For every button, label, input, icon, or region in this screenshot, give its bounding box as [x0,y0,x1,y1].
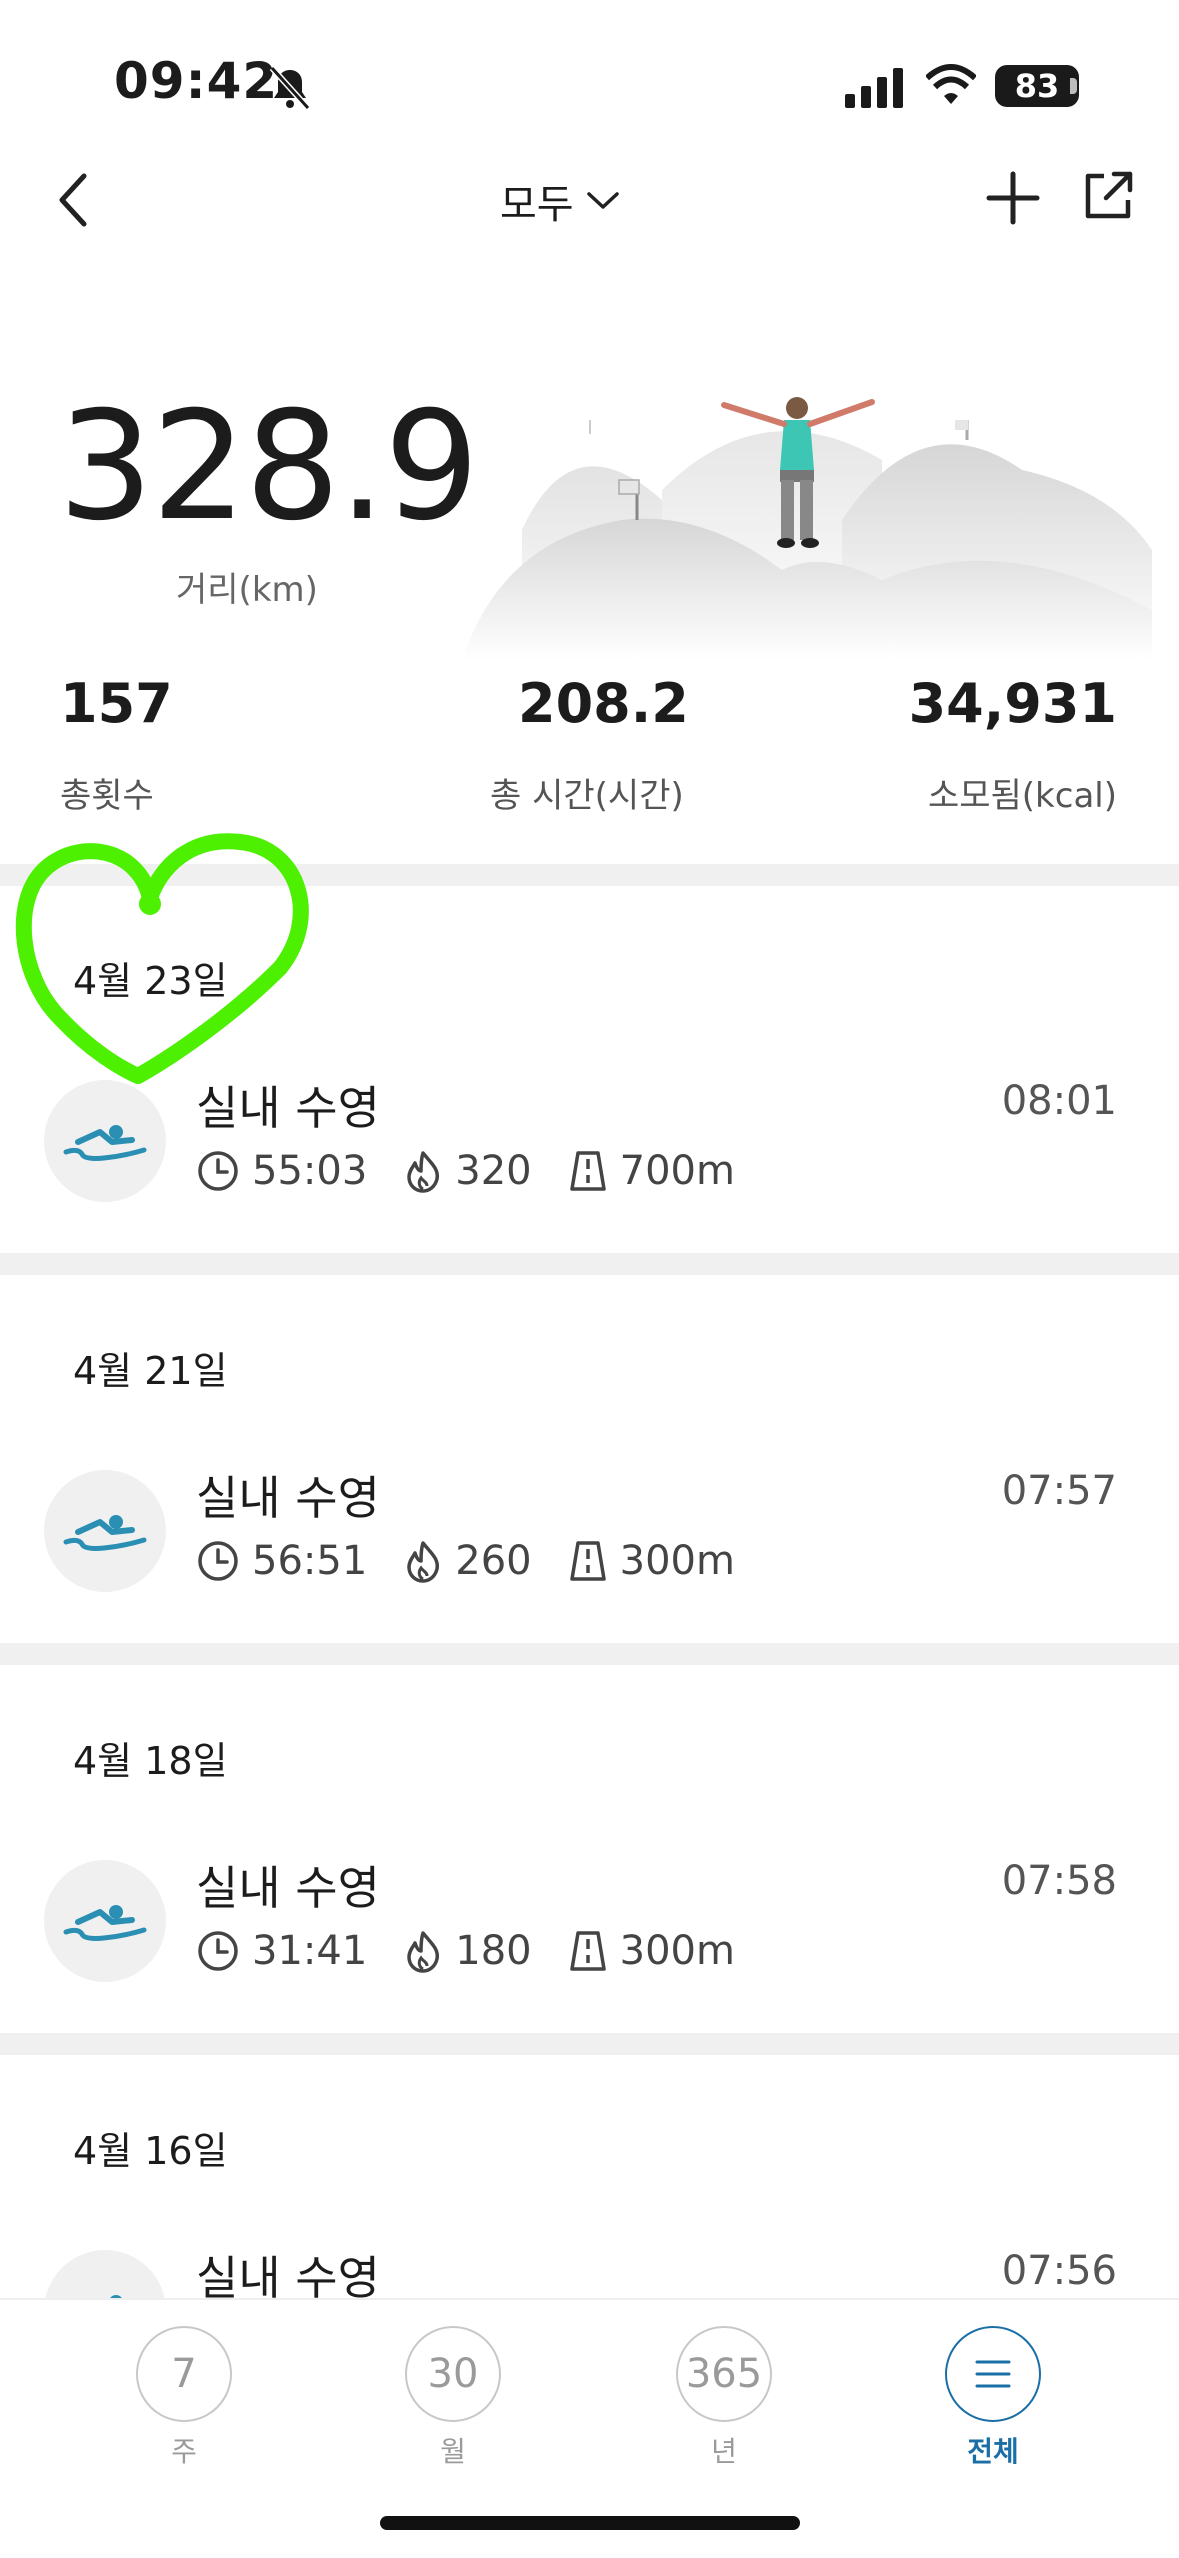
flame-icon [407,1151,440,1193]
nav-month-label: 월 [440,2435,466,2468]
calories-value: 260 [455,1538,532,1584]
nav-month-circle: 30 [405,2326,501,2422]
stat-count-value: 157 [60,672,173,735]
road-icon [569,1931,606,1971]
calories-value: 180 [455,1928,532,1974]
distance-value: 300m [619,1928,735,1974]
clock-icon [198,1931,238,1971]
duration-value: 56:51 [252,1538,368,1584]
metric-calories: 260 [403,1538,532,1584]
metric-distance: 300m [568,1928,735,1974]
record-title: 실내 수영 [196,1471,380,1525]
nav-all[interactable]: 전체 [945,2326,1053,2470]
record-item[interactable]: 실내 수영 07:57 56:51 260 300m [0,1450,1179,1620]
record-start-time: 08:01 [1001,1078,1117,1124]
bell-muted-icon [269,65,311,111]
nav-year-circle: 365 [676,2326,772,2422]
battery-indicator: 83 [995,65,1079,107]
clock-icon [198,1541,238,1581]
road-icon [569,1151,606,1191]
record-metrics: 31:41 180 300m [196,1928,771,1974]
stat-time-label: 총 시간(시간) [490,776,684,816]
flame-icon [407,1541,440,1583]
heart-annotation [15,833,309,1084]
record-metrics: 56:51 260 300m [196,1538,771,1584]
record-item[interactable]: 실내 수영 07:58 31:41 180 300m [0,1840,1179,2010]
distance-value: 700m [619,1148,735,1194]
metric-duration: 56:51 [196,1538,367,1584]
calories-value: 320 [455,1148,532,1194]
battery-cap [1070,78,1077,94]
record-title: 실내 수영 [196,1861,380,1915]
record-start-time: 07:57 [1001,1468,1117,1514]
metric-duration: 55:03 [196,1148,367,1194]
swimming-icon-container [44,1470,166,1592]
stat-calories-label: 소모됨(kcal) [927,776,1117,816]
duration-value: 31:41 [252,1928,368,1974]
chevron-down-icon [586,192,619,209]
swimming-icon [63,1905,147,1941]
nav-year[interactable]: 365 년 [676,2326,784,2470]
nav-week-circle: 7 [136,2326,232,2422]
duration-value: 55:03 [252,1148,368,1194]
record-date: 4월 16일 [73,2129,228,2173]
metric-calories: 180 [403,1928,532,1974]
clock-icon [198,1151,238,1191]
metric-distance: 700m [568,1148,735,1194]
filter-label: 모두 [500,182,574,228]
metric-duration: 31:41 [196,1928,367,1974]
metric-calories: 320 [403,1148,532,1194]
swimming-icon [63,1515,147,1551]
share-icon[interactable] [1080,168,1136,224]
nav-week[interactable]: 7 주 [136,2326,244,2470]
nav-all-label: 전체 [967,2435,1019,2468]
nav-year-label: 년 [711,2435,737,2468]
record-start-time: 07:56 [1001,2248,1117,2294]
section-divider [0,2033,1179,2055]
stat-time-value: 208.2 [518,672,689,735]
swimming-icon [63,1125,147,1161]
stat-calories-value: 34,931 [908,672,1117,735]
record-item[interactable]: 실내 수영 08:01 55:03 320 700m [0,1060,1179,1230]
section-divider [0,1253,1179,1275]
record-date: 4월 18일 [73,1739,228,1783]
record-metrics: 55:03 320 700m [196,1148,771,1194]
back-icon[interactable] [52,170,96,230]
nav-all-circle [945,2326,1041,2422]
record-start-time: 07:58 [1001,1858,1117,1904]
menu-icon [975,2360,1011,2388]
total-distance-label: 거리(km) [176,570,318,610]
swimming-icon-container [44,1860,166,1982]
stat-count-label: 총횟수 [60,776,154,816]
add-icon[interactable] [985,170,1041,226]
signal-icon [845,68,903,108]
wifi-icon [926,64,976,104]
section-divider [0,1643,1179,1665]
record-date: 4월 21일 [73,1349,228,1393]
nav-month[interactable]: 30 월 [405,2326,513,2470]
status-time: 09:42 [114,52,279,110]
filter-dropdown[interactable]: 모두 [500,172,620,230]
nav-week-label: 주 [171,2435,197,2468]
home-indicator [380,2516,800,2530]
mountain-illustration [462,397,1152,660]
total-distance-value: 328.9 [58,380,479,554]
metric-distance: 300m [568,1538,735,1584]
distance-value: 300m [619,1538,735,1584]
road-icon [569,1541,606,1581]
swimming-icon-container [44,1080,166,1202]
flame-icon [407,1931,440,1973]
